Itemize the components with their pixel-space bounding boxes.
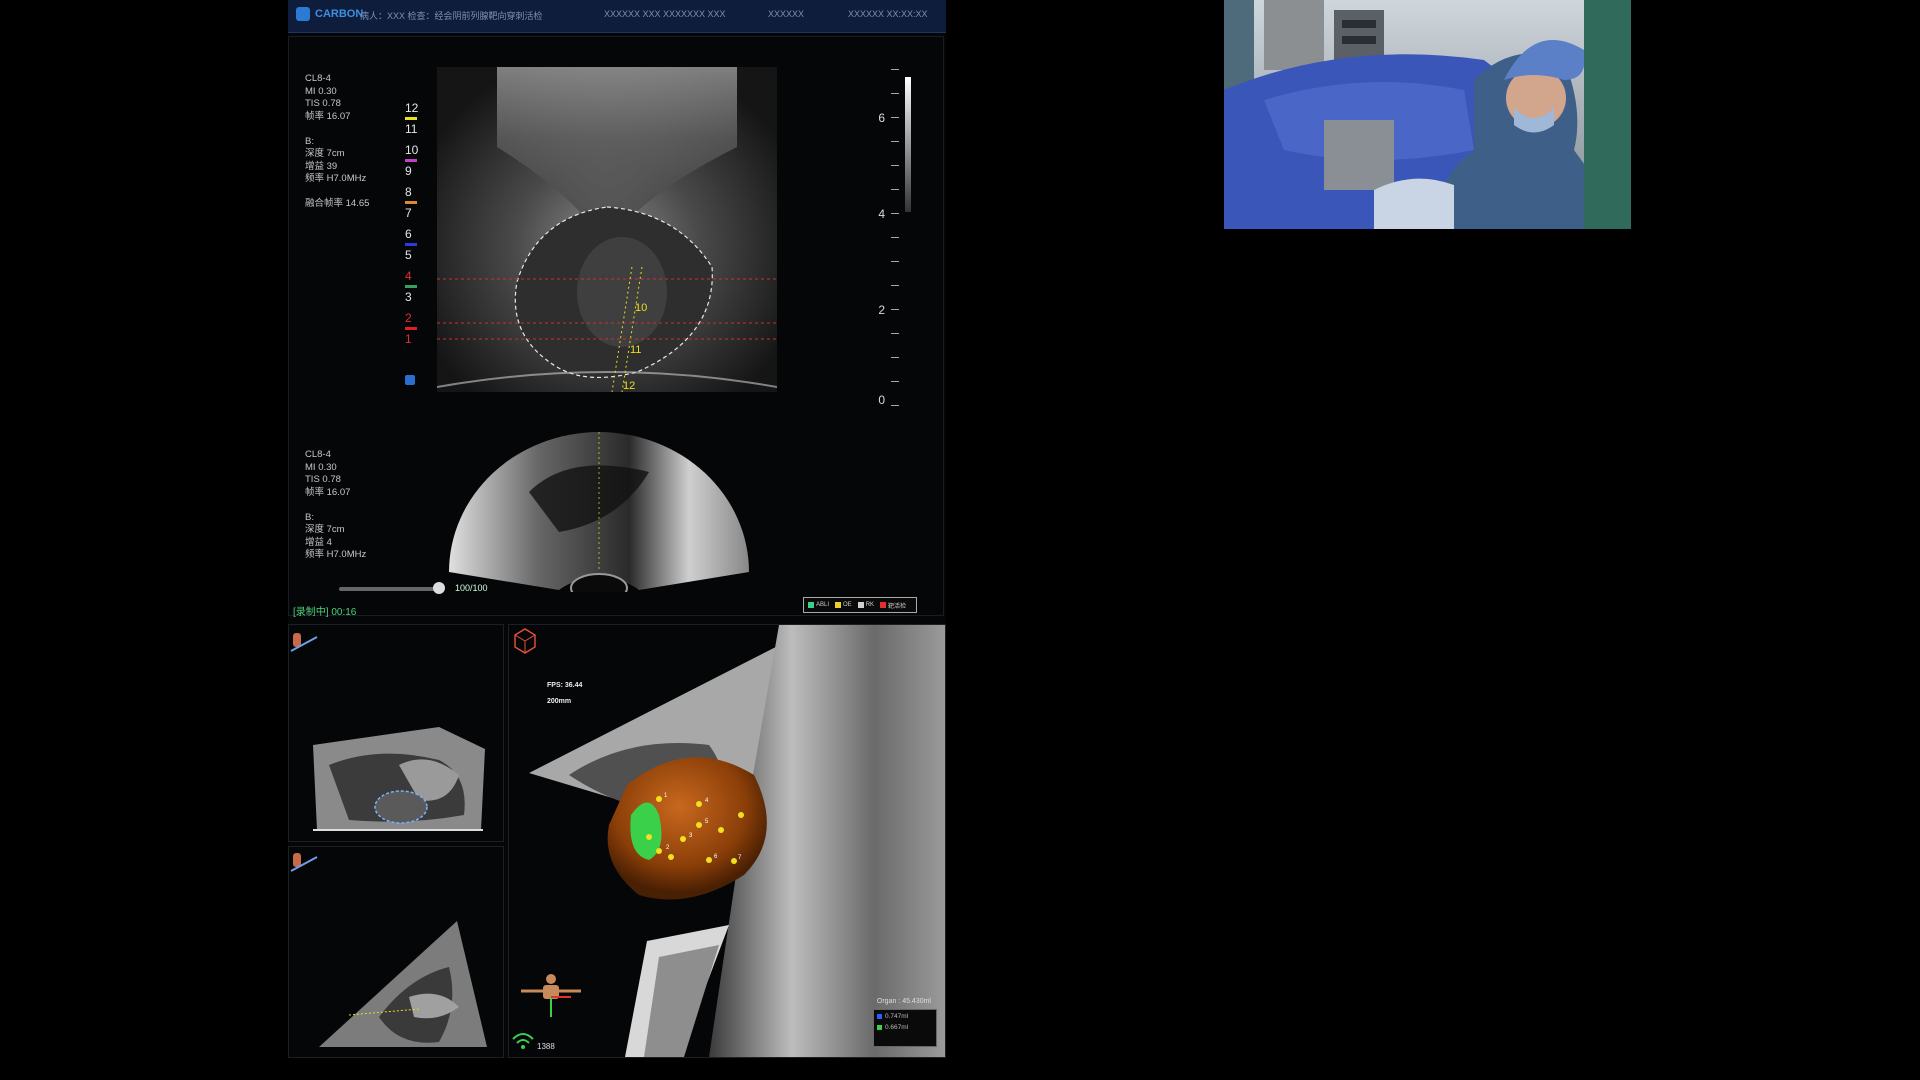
depth-tick <box>891 285 899 286</box>
lesion-swatch <box>877 1014 882 1019</box>
3d-fusion-view[interactable]: 1 2 3 4 5 6 7 1388 FPS: 36.44 200mm Orga… <box>508 624 946 1058</box>
recording-status: [录制中] 00:16 <box>293 607 357 618</box>
depth-label: 2 <box>878 303 885 317</box>
grid-marker <box>405 159 417 162</box>
legend-label: 靶活检 <box>888 603 907 610</box>
grayscale-bar <box>905 77 911 212</box>
depth-tick <box>891 333 899 334</box>
depth-scale: 6 4 2 0 <box>859 49 899 429</box>
orientation-icon[interactable] <box>290 633 318 652</box>
grid-num: 4 <box>405 269 412 283</box>
exam-info[interactable]: XXXXXX XXX XXXXXXX XXX <box>604 9 726 19</box>
lesion-volume-row: 0.667ml <box>877 1024 933 1031</box>
lesion-volume-box: 0.747ml 0.667ml <box>873 1009 937 1047</box>
target-legend: ABLI OE RK 靶活检 <box>803 597 917 613</box>
needle-label: 11 <box>630 344 641 356</box>
orientation-icon[interactable] <box>290 853 318 872</box>
fps-readout: FPS: 36.44 <box>547 682 583 689</box>
lesion-volume-value: 0.747ml <box>885 1013 909 1020</box>
depth-tick <box>891 213 899 214</box>
depth-tick <box>891 117 899 118</box>
legend-swatch <box>880 602 887 608</box>
blurred-region <box>1324 120 1394 190</box>
legend-item: RK <box>857 602 875 608</box>
probe-icon[interactable] <box>405 375 415 385</box>
grid-num: 2 <box>405 311 412 325</box>
depth-tick <box>891 309 899 310</box>
logo-icon <box>296 7 310 21</box>
depth-label: 6 <box>878 111 885 125</box>
needle-label: 12 <box>623 380 635 392</box>
patient-info[interactable]: 病人：XXX 检查：经会阴前列腺靶向穿刺活检 <box>360 9 543 22</box>
legend-label: ABLI <box>816 602 830 608</box>
grid-num: 5 <box>405 248 412 262</box>
prostate-roi <box>374 790 428 824</box>
grid-num: 9 <box>405 164 412 178</box>
grid-num: 12 <box>405 101 419 115</box>
grid-marker <box>405 201 417 204</box>
lesion-volume-value: 0.667ml <box>885 1024 909 1031</box>
legend-swatch <box>808 602 814 608</box>
grid-num: 11 <box>405 122 418 136</box>
bottom-image-params: CL8-4 MI 0.30 TIS 0.78 帧率 16.07 B: 深度 7c… <box>305 449 367 560</box>
frame-slider-knob[interactable] <box>433 582 445 594</box>
depth-tick <box>891 381 899 382</box>
organ-volume: Organ : 45.430ml <box>876 998 931 1005</box>
depth-label: 0 <box>878 393 885 407</box>
depth-tick <box>891 165 899 166</box>
depth-tick <box>891 141 899 142</box>
depth-tick <box>891 93 899 94</box>
patient-orientation-icon[interactable] <box>521 974 581 1017</box>
top-bar: CARBON 病人：XXX 检查：经会阴前列腺靶向穿刺活检 XXXXXX XXX… <box>288 0 946 33</box>
lesion-volume-row: 0.747ml <box>877 1013 933 1020</box>
frame-slider-track[interactable] <box>339 587 439 591</box>
legend-swatch <box>835 602 842 608</box>
legend-item: OE <box>835 602 852 608</box>
transverse-ultrasound-image[interactable]: 10 11 12 <box>437 67 777 392</box>
grid-num: 10 <box>405 143 419 157</box>
grid-num: 3 <box>405 290 412 304</box>
operating-room-video[interactable] <box>1224 0 1631 229</box>
grid-num: 1 <box>405 332 412 346</box>
grid-marker <box>405 243 417 246</box>
depth-tick <box>891 261 899 262</box>
legend-item: ABLI <box>808 602 829 608</box>
depth-tick <box>891 357 899 358</box>
legend-swatch <box>857 602 864 608</box>
depth-label: 4 <box>878 207 885 221</box>
ultrasound-panel: CL8-4 MI 0.30 TIS 0.78 帧率 16.07 B: 深度 7c… <box>288 36 944 618</box>
depth-tick <box>891 405 899 406</box>
clock: XXXXXX XX:XX:XX <box>848 9 928 19</box>
mri-axial-view[interactable] <box>288 624 504 842</box>
grid-marker <box>405 327 417 330</box>
mode-info[interactable]: XXXXXX <box>768 9 804 19</box>
cube-icon[interactable] <box>514 628 536 654</box>
depth-tick <box>891 69 899 70</box>
lesion-swatch <box>877 1025 882 1030</box>
legend-label: RK <box>865 602 875 608</box>
top-image-params: CL8-4 MI 0.30 TIS 0.78 帧率 16.07 B: 深度 7c… <box>305 73 370 209</box>
sagittal-ultrasound-image[interactable] <box>439 432 759 592</box>
ultrasound-app-window: CARBON 病人：XXX 检查：经会阴前列腺靶向穿刺活检 XXXXXX XXX… <box>288 0 946 1058</box>
app-logo: CARBON <box>296 7 363 21</box>
signal-value: 1388 <box>537 1042 555 1051</box>
legend-label: OE <box>843 602 852 608</box>
wifi-icon <box>512 1033 534 1049</box>
grid-num: 6 <box>405 227 412 241</box>
logo-text: CARBON <box>315 8 364 20</box>
grid-marker <box>405 117 417 120</box>
frame-slider-value: 100/100 <box>455 583 488 593</box>
mri-sagittal-view[interactable] <box>288 846 504 1058</box>
distance-readout: 200mm <box>547 698 571 705</box>
grid-num: 8 <box>405 185 412 199</box>
depth-tick <box>891 237 899 238</box>
needle-label: 10 <box>635 302 647 314</box>
depth-tick <box>891 189 899 190</box>
legend-item: 靶活检 <box>880 601 906 610</box>
grid-marker <box>405 285 417 288</box>
grid-num: 7 <box>405 206 412 220</box>
